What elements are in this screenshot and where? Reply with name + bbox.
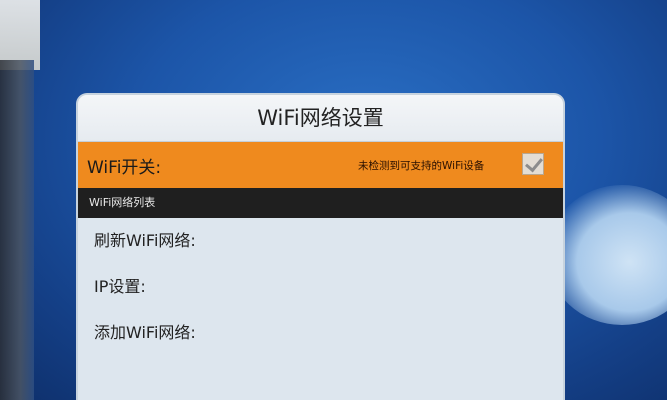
wifi-list-header: WiFi网络列表	[78, 188, 563, 218]
screen-bezel	[0, 60, 34, 400]
background-cloud	[547, 185, 667, 325]
tv-screen: WiFi网络设置 WiFi开关: 未检测到可支持的WiFi设备 WiFi网络列表…	[0, 0, 667, 400]
checkmark-icon	[525, 153, 543, 173]
refresh-wifi-item[interactable]: 刷新WiFi网络:	[78, 218, 563, 264]
wifi-settings-dialog: WiFi网络设置 WiFi开关: 未检测到可支持的WiFi设备 WiFi网络列表…	[78, 95, 563, 400]
wifi-switch-label: WiFi开关:	[87, 157, 162, 178]
add-wifi-item[interactable]: 添加WiFi网络:	[78, 310, 563, 356]
dialog-title: WiFi网络设置	[78, 95, 563, 142]
wifi-status-text: 未检测到可支持的WiFi设备	[358, 159, 485, 172]
wifi-switch-row[interactable]: WiFi开关: 未检测到可支持的WiFi设备	[78, 142, 563, 188]
wifi-switch-checkbox[interactable]	[522, 153, 544, 175]
ip-settings-item[interactable]: IP设置:	[78, 264, 563, 310]
